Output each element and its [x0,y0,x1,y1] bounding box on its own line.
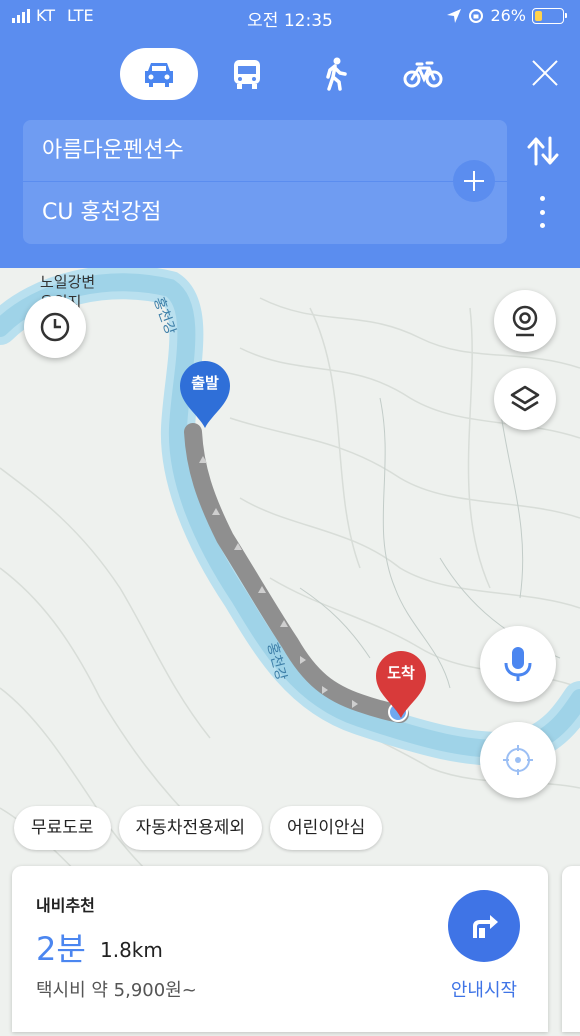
my-location-button[interactable] [480,722,556,798]
location-arrow-icon [447,8,462,23]
more-options-icon[interactable] [532,194,552,230]
microphone-icon [504,647,532,681]
taxi-fare: 택시비 약 5,900원~ [36,980,197,1001]
walk-icon [326,57,347,91]
battery-icon [532,7,567,24]
rotation-lock-icon [469,8,484,23]
car-icon [145,63,173,87]
bike-icon [403,61,443,88]
route-distance: 1.8km [100,938,163,962]
origin-field[interactable]: 아름다운펜션수 [23,120,507,181]
start-pin-icon [180,360,230,428]
crosshair-icon [503,745,533,775]
chip-free-road[interactable]: 무료도로 [14,806,111,850]
route-duration: 2분 [36,930,86,968]
street-view-button[interactable] [494,290,556,352]
end-pin[interactable]: 도착 [374,650,428,720]
next-route-card[interactable] [562,866,580,1032]
start-pin-label: 출발 [191,374,219,392]
start-pin[interactable]: 출발 [178,360,232,430]
voice-search-button[interactable] [480,626,556,702]
status-bar: KT LTE 오전 12:35 26% [0,0,580,34]
clock-icon [40,312,70,342]
mode-walk-tab[interactable] [296,48,374,100]
layers-button[interactable] [494,368,556,430]
route-option-chips: 무료도로 자동차전용제외 어린이안심 [14,806,383,850]
history-button[interactable] [24,296,86,358]
chip-exclude-motorway[interactable]: 자동차전용제외 [118,806,263,850]
camera-icon [512,305,538,337]
place-label-line-1: 노일강변 [40,273,96,291]
route-input-box: 아름다운펜션수 CU 홍천강점 [23,120,507,244]
close-icon[interactable] [528,56,562,90]
route-result-card[interactable]: 내비추천 2분 1.8km 택시비 약 5,900원~ 안내시작 [12,866,548,1032]
mode-car-tab[interactable] [120,48,198,100]
route-type-label: 내비추천 [36,896,95,915]
add-waypoint-button[interactable] [453,160,495,202]
directions-header: 아름다운펜션수 CU 홍천강점 [0,34,580,268]
start-navigation-label[interactable]: 안내시작 [432,976,536,1002]
layers-icon [510,385,540,412]
chip-child-safe[interactable]: 어린이안심 [270,806,383,850]
start-navigation-button[interactable] [448,890,520,962]
mode-bus-tab[interactable] [208,48,286,100]
destination-field[interactable]: CU 홍천강점 [23,182,507,243]
end-pin-label: 도착 [387,664,415,682]
navigation-icon [473,915,498,938]
end-pin-icon [376,650,426,718]
mode-bike-tab[interactable] [384,48,462,100]
battery-percent: 26% [490,6,526,25]
swap-icon[interactable] [526,134,560,168]
bus-icon [234,60,260,89]
